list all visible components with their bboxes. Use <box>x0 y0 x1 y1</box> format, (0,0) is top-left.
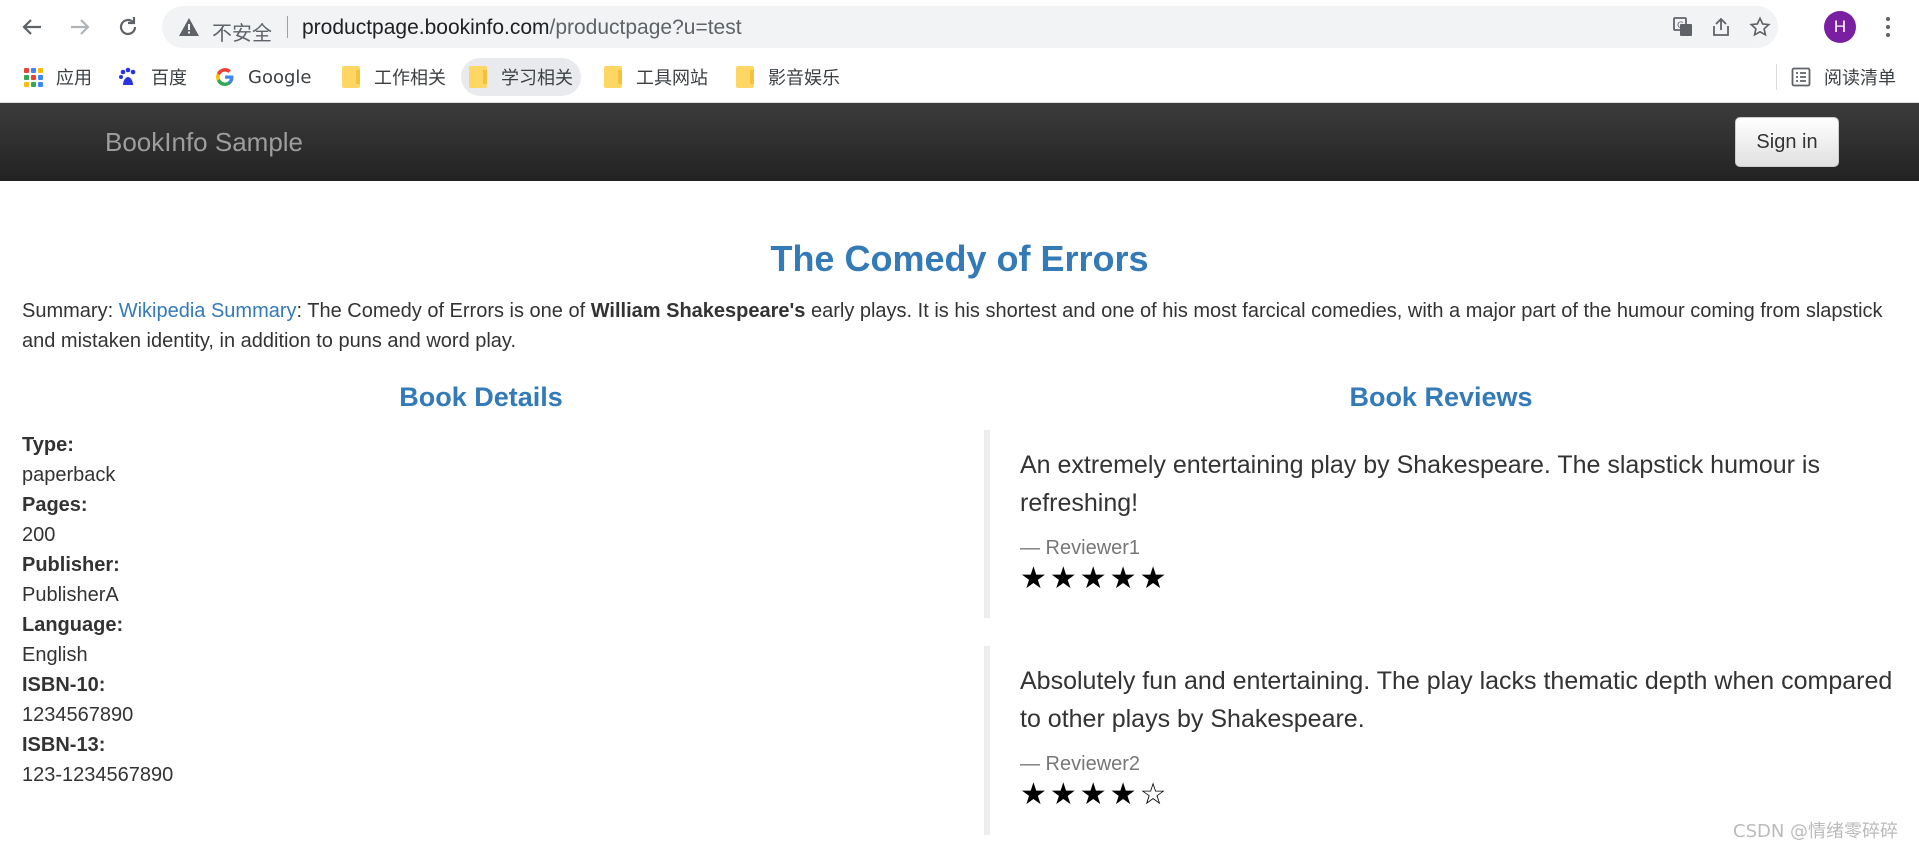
detail-value-isbn10: 1234567890 <box>22 704 134 726</box>
url-path: /productpage?u=test <box>549 16 742 39</box>
bookmark-label: Google <box>248 66 312 88</box>
review-text: Absolutely fun and entertaining. The pla… <box>1020 667 1893 733</box>
app-navbar: BookInfo Sample Sign in <box>0 103 1919 181</box>
detail-key-isbn13: ISBN-13: <box>22 734 106 756</box>
detail-key-isbn10: ISBN-10: <box>22 674 106 696</box>
watermark: CSDN @情绪零碎碎 <box>1733 821 1899 842</box>
apps-grid-icon <box>22 66 44 88</box>
reading-list-icon <box>1790 66 1812 88</box>
bookmark-baidu[interactable]: 百度 <box>111 58 195 96</box>
detail-value-type: paperback <box>22 464 116 486</box>
detail-value-pages: 200 <box>22 524 56 546</box>
summary-author: William Shakespeare's <box>590 300 806 322</box>
bookmark-folder-media[interactable]: 影音娱乐 <box>728 58 848 96</box>
address-bar[interactable]: 不安全 productpage.bookinfo.com/productpage… <box>162 6 1778 48</box>
detail-value-language: English <box>22 644 88 666</box>
share-icon[interactable] <box>1708 14 1734 40</box>
detail-key-language: Language: <box>22 614 124 636</box>
bookmarks-bar: 应用 百度 Google 工作相关 学习相关 工具网站 影音娱乐 阅读清单 <box>0 54 1919 102</box>
reading-list-label: 阅读清单 <box>1824 68 1896 89</box>
folder-icon <box>340 66 362 88</box>
url-text[interactable]: productpage.bookinfo.com/productpage?u=t… <box>302 16 742 40</box>
bookmark-google[interactable]: Google <box>208 58 319 96</box>
svg-text:G: G <box>1677 21 1684 31</box>
security-label[interactable]: 不安全 <box>212 17 272 46</box>
baidu-paw-icon <box>117 66 139 88</box>
bookmark-label: 应用 <box>56 68 92 89</box>
bookmark-label: 学习相关 <box>501 68 573 89</box>
book-title: The Comedy of Errors <box>770 238 1149 279</box>
star-rating: ★★★★☆ <box>1020 777 1170 812</box>
omnibox-divider <box>287 16 288 38</box>
summary-mid: : The Comedy of Errors is one of <box>296 300 591 322</box>
book-reviews-heading: Book Reviews <box>1349 382 1533 412</box>
folder-icon <box>734 66 756 88</box>
browser-chrome: 不安全 productpage.bookinfo.com/productpage… <box>0 0 1919 103</box>
browser-toolbar: 不安全 productpage.bookinfo.com/productpage… <box>0 0 1919 54</box>
bookmark-folder-work[interactable]: 工作相关 <box>334 58 454 96</box>
menu-kebab-icon[interactable] <box>1876 11 1900 43</box>
folder-icon <box>467 66 489 88</box>
book-details-list: Type: paperback Pages: 200 Publisher: Pu… <box>22 430 173 790</box>
star-rating: ★★★★★ <box>1020 561 1170 596</box>
summary-prefix: Summary: <box>22 300 119 322</box>
back-icon[interactable] <box>16 11 48 43</box>
forward-icon[interactable] <box>64 11 96 43</box>
sign-in-button[interactable]: Sign in <box>1735 117 1839 167</box>
reviewer-name: — Reviewer2 <box>1020 753 1141 775</box>
bookmark-label: 工具网站 <box>636 68 708 89</box>
translate-icon[interactable]: G <box>1670 14 1696 40</box>
bookmark-label: 工作相关 <box>374 68 446 89</box>
bookmarks-divider <box>1776 64 1777 90</box>
review-card: Absolutely fun and entertaining. The pla… <box>984 646 1904 835</box>
brand-link[interactable]: BookInfo Sample <box>105 127 303 158</box>
detail-key-pages: Pages: <box>22 494 88 516</box>
profile-avatar[interactable]: H <box>1824 11 1856 43</box>
google-g-icon <box>214 66 236 88</box>
star-bookmark-icon[interactable] <box>1747 14 1773 40</box>
bookmark-label: 百度 <box>151 68 187 89</box>
review-text: An extremely entertaining play by Shakes… <box>1020 451 1820 517</box>
reload-icon[interactable] <box>112 11 144 43</box>
book-details-heading: Book Details <box>399 382 563 412</box>
bookmark-folder-study[interactable]: 学习相关 <box>461 58 581 96</box>
reading-list[interactable]: 阅读清单 <box>1784 58 1904 96</box>
detail-value-isbn13: 123-1234567890 <box>22 764 174 786</box>
bookmark-apps[interactable]: 应用 <box>16 58 100 96</box>
review-card: An extremely entertaining play by Shakes… <box>984 430 1904 618</box>
bookmark-folder-tools[interactable]: 工具网站 <box>596 58 716 96</box>
folder-icon <box>602 66 624 88</box>
detail-value-publisher: PublisherA <box>22 584 119 606</box>
url-host: productpage.bookinfo.com <box>302 16 550 39</box>
bookmark-label: 影音娱乐 <box>768 68 840 89</box>
detail-key-publisher: Publisher: <box>22 554 120 576</box>
book-summary: Summary: Wikipedia Summary: The Comedy o… <box>22 296 1902 356</box>
detail-key-type: Type: <box>22 434 74 456</box>
reviewer-name: — Reviewer1 <box>1020 537 1141 559</box>
warning-icon[interactable] <box>178 16 200 38</box>
wikipedia-summary-link[interactable]: Wikipedia Summary <box>119 300 297 322</box>
